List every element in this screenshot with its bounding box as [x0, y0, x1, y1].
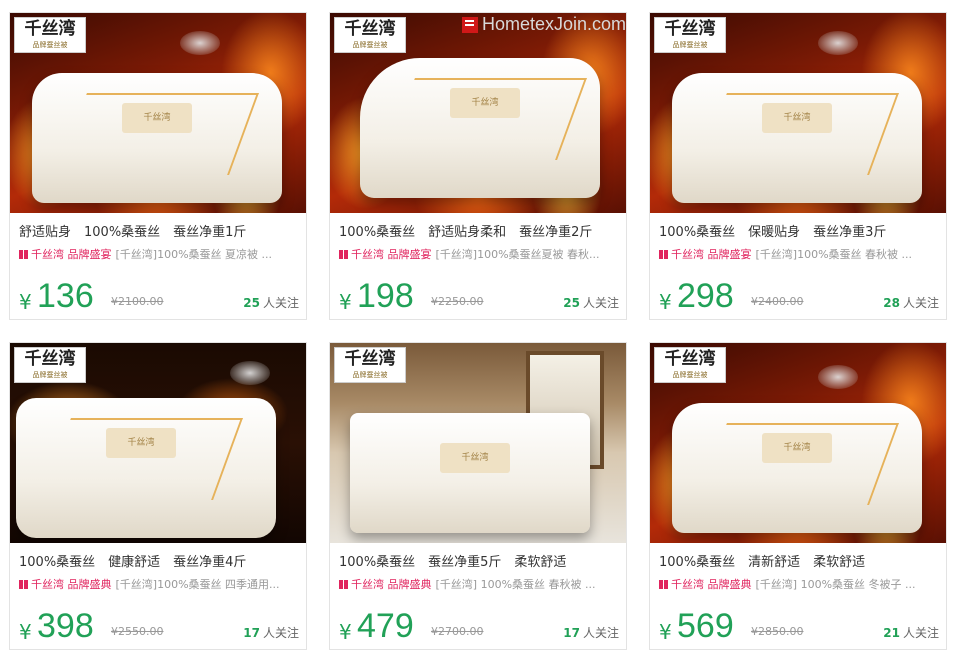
- price: 136: [37, 277, 94, 315]
- price-row: ¥ 479 ¥2700.00 17 人关注: [339, 607, 621, 647]
- shop-name[interactable]: 千丝湾 品牌盛典: [31, 578, 112, 591]
- product-desc: [千丝湾] 100%桑蚕丝 冬被子 ...: [755, 578, 916, 591]
- shop-name[interactable]: 千丝湾 品牌盛宴: [351, 248, 432, 261]
- original-price: ¥2100.00: [111, 295, 164, 308]
- product-subtitle: 千丝湾 品牌盛典 [千丝湾]100%桑蚕丝 四季通用...: [19, 576, 301, 592]
- quilt-label: 千丝湾: [450, 88, 520, 118]
- follow-count: 17 人关注: [243, 626, 299, 640]
- follow-count: 25 人关注: [563, 296, 619, 310]
- product-title[interactable]: 100%桑蚕丝 健康舒适 蚕丝净重4斤: [19, 551, 301, 570]
- original-price: ¥2400.00: [751, 295, 804, 308]
- original-price: ¥2700.00: [431, 625, 484, 638]
- gift-icon: [19, 250, 28, 259]
- currency-symbol: ¥: [339, 290, 352, 314]
- product-image[interactable]: 千丝湾 品牌蚕丝被 千丝湾: [330, 13, 626, 213]
- original-price: ¥2550.00: [111, 625, 164, 638]
- steam-decoration: [818, 365, 858, 389]
- quilt-illustration: 千丝湾: [32, 73, 282, 203]
- product-image[interactable]: 千丝湾 品牌蚕丝被 千丝湾: [650, 13, 946, 213]
- steam-decoration: [818, 31, 858, 55]
- shop-name[interactable]: 千丝湾 品牌盛宴: [31, 248, 112, 261]
- currency-symbol: ¥: [659, 290, 672, 314]
- original-price: ¥2850.00: [751, 625, 804, 638]
- product-title[interactable]: 舒适贴身 100%桑蚕丝 蚕丝净重1斤: [19, 221, 301, 240]
- price-row: ¥ 198 ¥2250.00 25 人关注: [339, 277, 621, 317]
- price: 398: [37, 607, 94, 645]
- shop-name[interactable]: 千丝湾 品牌盛典: [351, 578, 432, 591]
- product-card[interactable]: 千丝湾 品牌蚕丝被 千丝湾 100%桑蚕丝 健康舒适 蚕丝净重4斤 千丝湾 品牌…: [9, 342, 307, 650]
- product-desc: [千丝湾]100%桑蚕丝 四季通用...: [115, 578, 280, 591]
- price: 198: [357, 277, 414, 315]
- product-title[interactable]: 100%桑蚕丝 清新舒适 柔软舒适: [659, 551, 941, 570]
- brand-logo: 千丝湾 品牌蚕丝被: [334, 347, 406, 383]
- price-row: ¥ 298 ¥2400.00 28 人关注: [659, 277, 941, 317]
- quilt-illustration: 千丝湾: [16, 398, 276, 538]
- quilt-label: 千丝湾: [762, 433, 832, 463]
- gift-icon: [659, 580, 668, 589]
- follow-count: 17 人关注: [563, 626, 619, 640]
- product-card[interactable]: 千丝湾 品牌蚕丝被 千丝湾 100%桑蚕丝 蚕丝净重5斤 柔软舒适 千丝湾 品牌…: [329, 342, 627, 650]
- product-image[interactable]: 千丝湾 品牌蚕丝被 千丝湾: [10, 343, 306, 543]
- product-subtitle: 千丝湾 品牌盛宴 [千丝湾]100%桑蚕丝 夏凉被 ...: [19, 246, 301, 262]
- product-card[interactable]: 千丝湾 品牌蚕丝被 千丝湾 舒适贴身 100%桑蚕丝 蚕丝净重1斤 千丝湾 品牌…: [9, 12, 307, 320]
- follow-count: 25 人关注: [243, 296, 299, 310]
- product-image[interactable]: 千丝湾 品牌蚕丝被 千丝湾: [330, 343, 626, 543]
- follow-count: 21 人关注: [883, 626, 939, 640]
- currency-symbol: ¥: [339, 620, 352, 644]
- quilt-label: 千丝湾: [122, 103, 192, 133]
- quilt-label: 千丝湾: [440, 443, 510, 473]
- product-desc: [千丝湾]100%桑蚕丝夏被 春秋...: [435, 248, 600, 261]
- gift-icon: [339, 250, 348, 259]
- product-image[interactable]: 千丝湾 品牌蚕丝被 千丝湾: [650, 343, 946, 543]
- product-title[interactable]: 100%桑蚕丝 蚕丝净重5斤 柔软舒适: [339, 551, 621, 570]
- price-row: ¥ 398 ¥2550.00 17 人关注: [19, 607, 301, 647]
- price: 569: [677, 607, 734, 645]
- product-title[interactable]: 100%桑蚕丝 舒适贴身柔和 蚕丝净重2斤: [339, 221, 621, 240]
- product-card[interactable]: 千丝湾 品牌蚕丝被 千丝湾 100%桑蚕丝 保暖贴身 蚕丝净重3斤 千丝湾 品牌…: [649, 12, 947, 320]
- product-subtitle: 千丝湾 品牌盛宴 [千丝湾]100%桑蚕丝夏被 春秋...: [339, 246, 621, 262]
- product-title[interactable]: 100%桑蚕丝 保暖贴身 蚕丝净重3斤: [659, 221, 941, 240]
- steam-decoration: [180, 31, 220, 55]
- price-row: ¥ 136 ¥2100.00 25 人关注: [19, 277, 301, 317]
- product-subtitle: 千丝湾 品牌盛宴 [千丝湾]100%桑蚕丝 春秋被 ...: [659, 246, 941, 262]
- brand-logo: 千丝湾 品牌蚕丝被: [654, 17, 726, 53]
- gift-icon: [339, 580, 348, 589]
- currency-symbol: ¥: [19, 620, 32, 644]
- brand-logo: 千丝湾 品牌蚕丝被: [334, 17, 406, 53]
- product-card[interactable]: 千丝湾 品牌蚕丝被 千丝湾 100%桑蚕丝 舒适贴身柔和 蚕丝净重2斤 千丝湾 …: [329, 12, 627, 320]
- quilt-illustration: 千丝湾: [672, 403, 922, 533]
- follow-count: 28 人关注: [883, 296, 939, 310]
- steam-decoration: [230, 361, 270, 385]
- gift-icon: [659, 250, 668, 259]
- product-image[interactable]: 千丝湾 品牌蚕丝被 千丝湾: [10, 13, 306, 213]
- price: 479: [357, 607, 414, 645]
- product-desc: [千丝湾] 100%桑蚕丝 春秋被 ...: [435, 578, 596, 591]
- brand-logo: 千丝湾 品牌蚕丝被: [654, 347, 726, 383]
- currency-symbol: ¥: [19, 290, 32, 314]
- product-desc: [千丝湾]100%桑蚕丝 春秋被 ...: [755, 248, 913, 261]
- gift-icon: [19, 580, 28, 589]
- quilt-illustration: 千丝湾: [672, 73, 922, 203]
- shop-name[interactable]: 千丝湾 品牌盛宴: [671, 248, 752, 261]
- original-price: ¥2250.00: [431, 295, 484, 308]
- quilt-label: 千丝湾: [762, 103, 832, 133]
- watermark-text: HometexJoin.com: [482, 14, 627, 34]
- price-row: ¥ 569 ¥2850.00 21 人关注: [659, 607, 941, 647]
- product-desc: [千丝湾]100%桑蚕丝 夏凉被 ...: [115, 248, 273, 261]
- quilt-illustration: 千丝湾: [360, 58, 600, 198]
- brand-logo: 千丝湾 品牌蚕丝被: [14, 17, 86, 53]
- brand-logo: 千丝湾 品牌蚕丝被: [14, 347, 86, 383]
- product-subtitle: 千丝湾 品牌盛典 [千丝湾] 100%桑蚕丝 冬被子 ...: [659, 576, 941, 592]
- product-subtitle: 千丝湾 品牌盛典 [千丝湾] 100%桑蚕丝 春秋被 ...: [339, 576, 621, 592]
- watermark: HometexJoin.com: [462, 14, 626, 35]
- quilt-label: 千丝湾: [106, 428, 176, 458]
- currency-symbol: ¥: [659, 620, 672, 644]
- product-card[interactable]: 千丝湾 品牌蚕丝被 千丝湾 100%桑蚕丝 清新舒适 柔软舒适 千丝湾 品牌盛典…: [649, 342, 947, 650]
- watermark-logo-icon: [462, 16, 478, 33]
- quilt-illustration: 千丝湾: [350, 413, 590, 533]
- shop-name[interactable]: 千丝湾 品牌盛典: [671, 578, 752, 591]
- price: 298: [677, 277, 734, 315]
